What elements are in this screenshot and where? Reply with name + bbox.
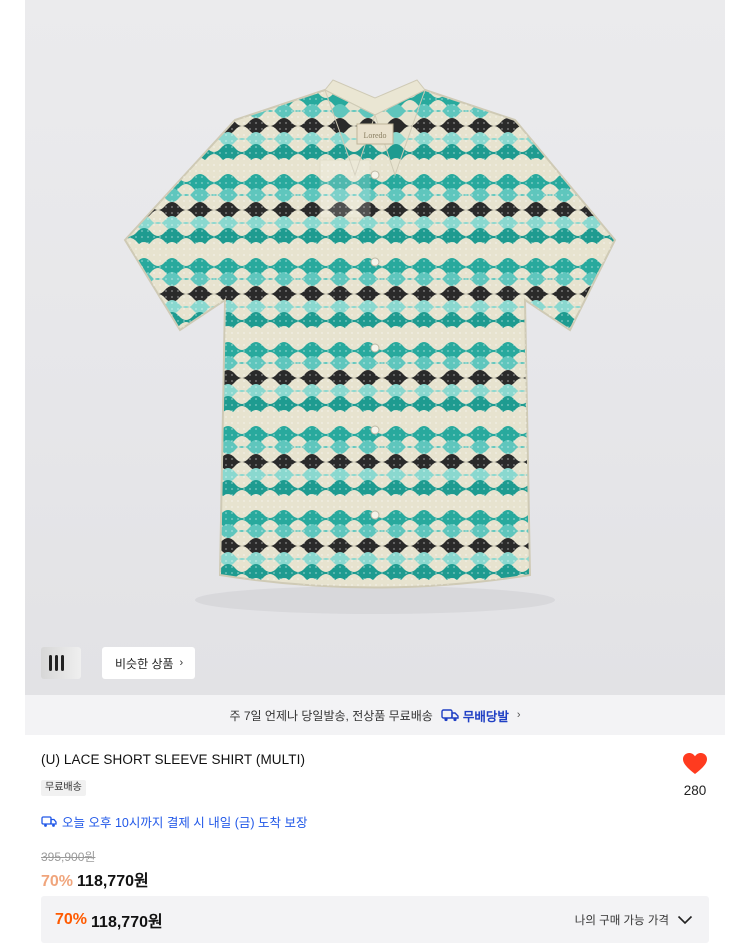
discount-rate: 70% [41,873,74,890]
delivery-guarantee-text: 오늘 오후 10시까지 결제 시 내일 (금) 도착 보장 [62,816,308,830]
like-button[interactable]: 280 [680,752,710,798]
chevron-right-icon: › [516,709,521,721]
sale-price: 118,770원 [77,873,149,890]
similar-products-label: 비슷한 상품 [115,656,174,671]
product-title: (U) LACE SHORT SLEEVE SHIRT (MULTI) [41,752,306,767]
original-price: 395,900원 [41,850,96,864]
like-count: 280 [683,783,707,798]
delivery-guarantee: 오늘 오후 10시까지 결제 시 내일 (금) 도착 보장 [41,812,308,831]
truck-icon [41,816,57,827]
delivery-banner-text: 주 7일 언제나 당일발송, 전상품 무료배송 [229,708,433,723]
my-price-label: 나의 구매 가능 가격 [574,914,669,927]
my-price: 118,770원 [91,913,163,931]
similar-products-button[interactable]: 비슷한 상품 › [102,647,195,679]
price-row: 70% 118,770원 [41,867,149,891]
my-price-toggle[interactable]: 70% 118,770원 나의 구매 가능 가격 [41,896,709,943]
truck-icon [441,709,459,722]
heart-icon [683,753,707,774]
similar-product-thumbnail [41,647,81,679]
product-image[interactable]: Loredo [25,0,725,695]
chevron-down-icon [677,915,693,925]
free-delivery-badge-label: 무배당발 [462,709,509,724]
shirt-label: Loredo [363,131,386,140]
my-discount-rate: 70% [55,910,88,928]
free-delivery-badge: 무배당발 [441,706,509,725]
free-shipping-tag: 무료배송 [41,780,86,796]
chevron-right-icon: › [179,657,184,669]
similar-products-chip[interactable]: 비슷한 상품 › [41,647,195,679]
shirt-illustration: Loredo [123,79,617,614]
delivery-banner[interactable]: 주 7일 언제나 당일발송, 전상품 무료배송 무배당발 › [25,695,725,735]
